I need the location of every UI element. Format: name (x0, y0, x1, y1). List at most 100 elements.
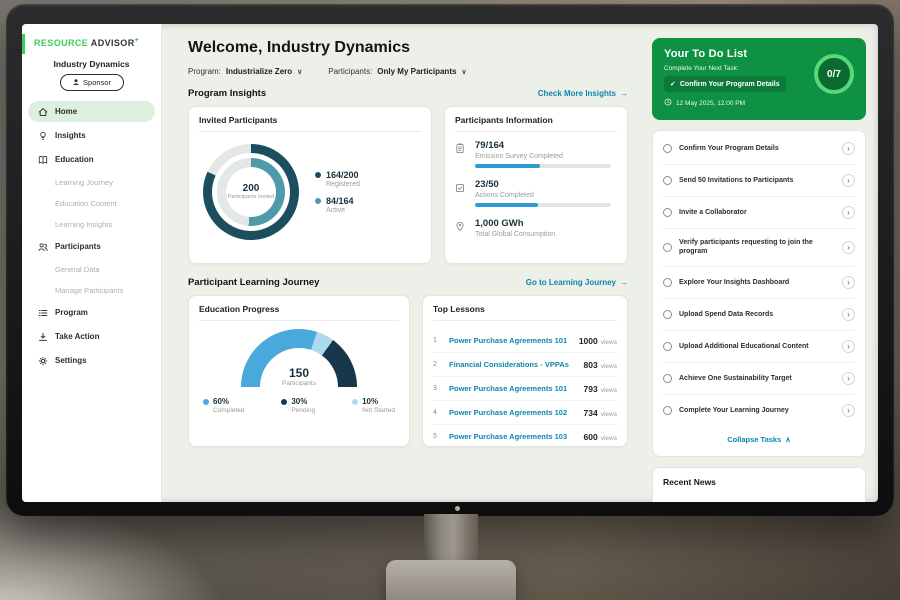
task-row[interactable]: Confirm Your Program Details › (663, 133, 855, 165)
task-row[interactable]: Complete Your Learning Journey › (663, 395, 855, 426)
chevron-right-icon[interactable]: › (842, 142, 855, 155)
lesson-views: 793 (584, 384, 598, 394)
sidebar-item-settings[interactable]: Settings (28, 350, 155, 371)
chevron-right-icon[interactable]: › (842, 206, 855, 219)
sidebar-item-insights[interactable]: Insights (28, 125, 155, 146)
sidebar-item-label: General Data (55, 265, 100, 274)
check-square-icon (455, 179, 466, 207)
progress-fill (475, 203, 538, 207)
invited-participants-card: Invited Participants 200 Participants In… (188, 106, 432, 264)
task-checkbox[interactable] (663, 208, 672, 217)
lesson-row[interactable]: 4 Power Purchase Agreements 102 734views (433, 401, 617, 425)
sidebar-item-label: Insights (55, 131, 86, 140)
check-more-insights-link[interactable]: Check More Insights → (538, 89, 628, 98)
lesson-views: 734 (584, 408, 598, 418)
lesson-row[interactable]: 1 Power Purchase Agreements 101 1000view… (433, 329, 617, 353)
metric-label: Emission Survey Completed (475, 153, 611, 160)
chevron-right-icon[interactable]: › (842, 404, 855, 417)
chevron-right-icon[interactable]: › (842, 241, 855, 254)
lesson-link[interactable]: Power Purchase Agreements 102 (449, 408, 576, 417)
task-checkbox[interactable] (663, 310, 672, 319)
lightbulb-icon (38, 130, 48, 141)
lesson-row[interactable]: 2 Financial Considerations - VPPAs 803vi… (433, 353, 617, 377)
sidebar-item-learning-insights[interactable]: Learning Insights (28, 215, 155, 233)
lesson-link[interactable]: Financial Considerations - VPPAs (449, 360, 576, 369)
legend-dot (203, 399, 209, 405)
program-select[interactable]: Industrialize Zero ∨ (226, 67, 302, 76)
go-to-learning-journey-link[interactable]: Go to Learning Journey → (526, 278, 628, 287)
donut-center-label: Participants Invited (228, 194, 274, 201)
lesson-link[interactable]: Power Purchase Agreements 101 (449, 384, 576, 393)
sidebar-item-manage-participants[interactable]: Manage Participants (28, 281, 155, 299)
home-icon (38, 106, 48, 117)
card-title: Top Lessons (433, 304, 617, 321)
chevron-right-icon[interactable]: › (842, 276, 855, 289)
sidebar-item-education[interactable]: Education (28, 149, 155, 170)
chevron-right-icon[interactable]: › (842, 372, 855, 385)
chevron-right-icon[interactable]: › (842, 308, 855, 321)
sidebar-item-education-content[interactable]: Education Content (28, 194, 155, 212)
legend-item: 84/164 Active (315, 196, 360, 214)
chevron-right-icon[interactable]: › (842, 174, 855, 187)
collapse-label: Collapse Tasks (727, 435, 781, 444)
gear-icon (38, 355, 48, 366)
task-row[interactable]: Upload Additional Educational Content › (663, 331, 855, 363)
arrow-right-icon: → (620, 89, 628, 98)
chevron-up-icon: ∧ (785, 435, 791, 444)
lesson-rank: 2 (433, 361, 441, 368)
lesson-link[interactable]: Power Purchase Agreements 103 (449, 432, 576, 441)
lesson-rank: 4 (433, 409, 441, 416)
metric-label: Actions Completed (475, 192, 611, 199)
program-filter-label: Program: (188, 67, 221, 76)
sidebar-item-take-action[interactable]: Take Action (28, 326, 155, 347)
chevron-right-icon[interactable]: › (842, 340, 855, 353)
lesson-row[interactable]: 3 Power Purchase Agreements 101 793views (433, 377, 617, 401)
sidebar-item-general-data[interactable]: General Data (28, 260, 155, 278)
person-icon (72, 78, 80, 88)
task-checkbox[interactable] (663, 176, 672, 185)
sidebar-item-home[interactable]: Home (28, 101, 155, 122)
task-row[interactable]: Upload Spend Data Records › (663, 299, 855, 331)
task-checkbox[interactable] (663, 374, 672, 383)
legend-value: 10% (362, 397, 378, 406)
legend-dot (352, 399, 358, 405)
legend-item: 30% Pending (281, 397, 315, 414)
task-checkbox[interactable] (663, 144, 672, 153)
legend-item: 60% Completed (203, 397, 244, 414)
task-label: Invite a Collaborator (679, 208, 835, 217)
next-task-chip[interactable]: ✓ Confirm Your Program Details (664, 76, 786, 92)
participants-filter-label: Participants: (328, 67, 372, 76)
location-pin-icon (455, 218, 466, 242)
sidebar-item-label: Home (55, 107, 77, 116)
task-list-card: Confirm Your Program Details › Send 50 I… (652, 130, 866, 457)
task-checkbox[interactable] (663, 243, 672, 252)
task-row[interactable]: Send 50 Invitations to Participants › (663, 165, 855, 197)
metric-value: 23/50 (475, 179, 611, 190)
lesson-link[interactable]: Power Purchase Agreements 101 (449, 336, 571, 345)
collapse-tasks-link[interactable]: Collapse Tasks ∧ (663, 426, 855, 454)
book-icon (38, 154, 48, 165)
task-checkbox[interactable] (663, 342, 672, 351)
participants-select[interactable]: Only My Participants ∨ (377, 67, 466, 76)
program-select-value: Industrialize Zero (226, 67, 292, 76)
monitor-stand-neck (424, 514, 478, 564)
sidebar-item-participants[interactable]: Participants (28, 236, 155, 257)
sidebar-item-learning-journey[interactable]: Learning Journey (28, 173, 155, 191)
metric-row: 23/50 Actions Completed (455, 179, 617, 207)
views-suffix: views (601, 387, 617, 394)
task-row[interactable]: Verify participants requesting to join t… (663, 229, 855, 267)
brand-secondary: ADVISOR (91, 38, 135, 48)
task-label: Upload Additional Educational Content (679, 342, 835, 351)
sponsor-badge[interactable]: Sponsor (60, 74, 124, 91)
views-suffix: views (601, 339, 617, 346)
task-checkbox[interactable] (663, 278, 672, 287)
todo-progress-ring: 0/7 (814, 54, 854, 94)
task-row[interactable]: Invite a Collaborator › (663, 197, 855, 229)
task-row[interactable]: Achieve One Sustainability Target › (663, 363, 855, 395)
link-label: Check More Insights (538, 89, 616, 98)
task-checkbox[interactable] (663, 406, 672, 415)
task-row[interactable]: Explore Your Insights Dashboard › (663, 267, 855, 299)
progress-bar (475, 203, 611, 207)
lesson-row[interactable]: 5 Power Purchase Agreements 103 600views (433, 425, 617, 448)
sidebar-item-program[interactable]: Program (28, 302, 155, 323)
